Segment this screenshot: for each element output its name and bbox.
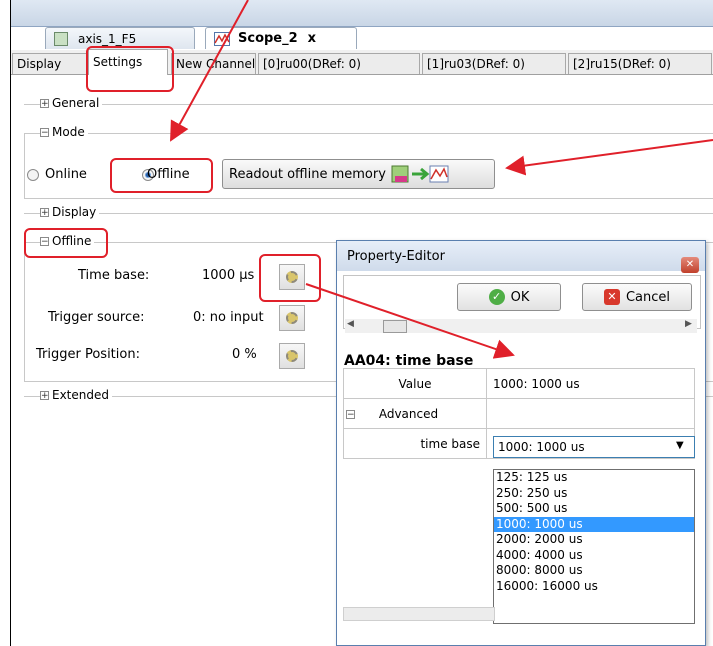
arrow-to-offline-radio: [170, 0, 249, 142]
annotation-arrows: [170, 0, 713, 359]
arrow-to-readout-button: [505, 139, 713, 176]
arrow-to-time-base: [305, 283, 515, 359]
